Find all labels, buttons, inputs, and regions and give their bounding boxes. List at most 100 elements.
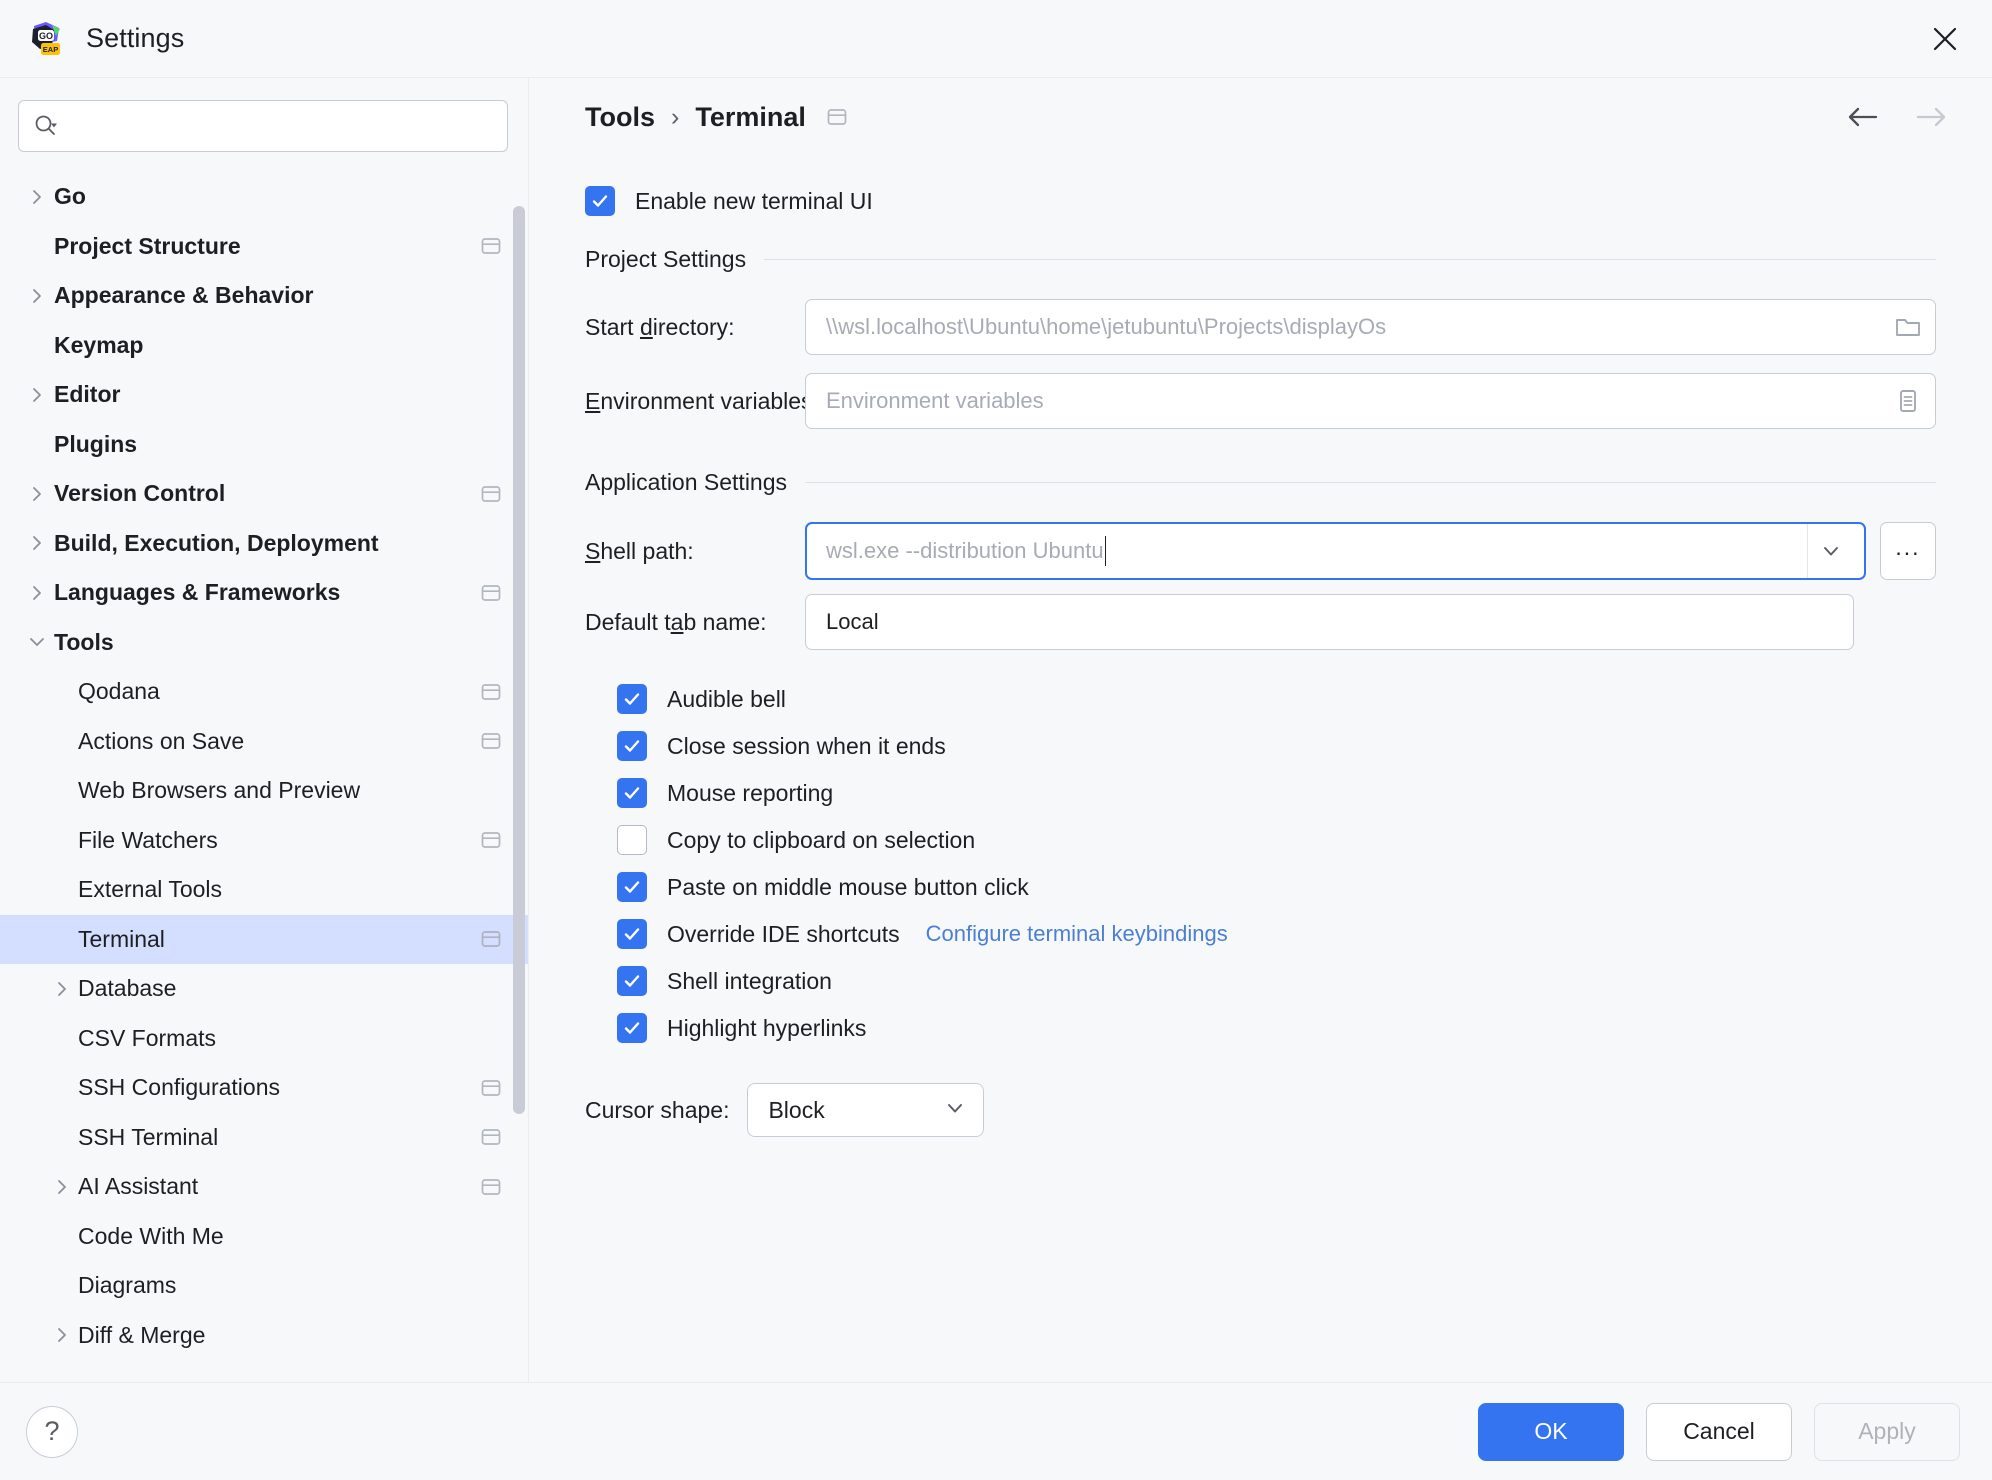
project-scope-icon [480, 730, 502, 752]
close-session-when-it-ends-checkbox[interactable] [617, 731, 647, 761]
cancel-button[interactable]: Cancel [1646, 1402, 1792, 1461]
sidebar-item-editor[interactable]: Editor [0, 370, 528, 420]
breadcrumb-current: Terminal [695, 101, 806, 132]
sidebar-item-label: Plugins [54, 430, 138, 457]
close-icon[interactable] [1918, 12, 1972, 66]
audible-bell-checkbox-row[interactable]: Audible bell [585, 684, 1936, 714]
section-divider [764, 259, 1936, 260]
chevron-right-icon[interactable] [20, 583, 54, 603]
chevron-right-icon[interactable] [46, 1325, 78, 1345]
start-directory-row: Start directory: [585, 299, 1936, 355]
help-icon[interactable]: ? [26, 1405, 78, 1458]
sidebar-item-diff-merge[interactable]: Diff & Merge [0, 1311, 528, 1361]
sidebar-item-ai-assistant[interactable]: AI Assistant [0, 1162, 528, 1212]
copy-to-clipboard-on-selection-checkbox-row[interactable]: Copy to clipboard on selection [585, 825, 1936, 855]
sidebar-item-tools[interactable]: Tools [0, 618, 528, 668]
list-icon[interactable] [1893, 386, 1923, 416]
svg-text:GO: GO [39, 31, 53, 41]
sidebar-item-plugins[interactable]: Plugins [0, 420, 528, 470]
search-icon [33, 113, 59, 139]
mouse-reporting-checkbox-row[interactable]: Mouse reporting [585, 778, 1936, 808]
sidebar-scrollbar[interactable] [513, 182, 525, 1378]
highlight-hyperlinks-checkbox[interactable] [617, 1013, 647, 1043]
settings-tree[interactable]: Go Project Structure Appearance & Behavior… [0, 168, 528, 1382]
arrow-left-icon[interactable] [1842, 97, 1882, 137]
sidebar-item-go[interactable]: Go [0, 172, 528, 222]
ok-button[interactable]: OK [1478, 1402, 1624, 1461]
enable-new-terminal-ui-label: Enable new terminal UI [635, 187, 873, 214]
sidebar-item-label: Terminal [78, 925, 165, 952]
search-input[interactable] [67, 113, 493, 139]
paste-on-middle-mouse-button-click-checkbox[interactable] [617, 872, 647, 902]
copy-to-clipboard-on-selection-checkbox[interactable] [617, 825, 647, 855]
shell-path-label: Shell path: [585, 537, 694, 564]
sidebar-item-project-structure[interactable]: Project Structure [0, 222, 528, 272]
sidebar-item-languages-frameworks[interactable]: Languages & Frameworks [0, 568, 528, 618]
dialog-buttons: OK Cancel Apply [1478, 1402, 1960, 1461]
sidebar-item-external-tools[interactable]: External Tools [0, 865, 528, 915]
sidebar-item-label: Diagrams [78, 1272, 177, 1299]
chevron-right-icon[interactable] [20, 533, 54, 553]
section-divider-2 [805, 482, 1936, 483]
sidebar-item-ssh-configurations[interactable]: SSH Configurations [0, 1063, 528, 1113]
dialog-body: Go Project Structure Appearance & Behavior… [0, 78, 1992, 1382]
sidebar-item-version-control[interactable]: Version Control [0, 469, 528, 519]
sidebar-item-terminal[interactable]: Terminal [0, 914, 528, 964]
enable-new-terminal-ui-checkbox-row[interactable]: Enable new terminal UI [585, 186, 1936, 216]
sidebar-item-label: Appearance & Behavior [54, 282, 314, 309]
highlight-hyperlinks-checkbox-row[interactable]: Highlight hyperlinks [585, 1013, 1936, 1043]
start-directory-field[interactable] [805, 299, 1936, 355]
sidebar-item-keymap[interactable]: Keymap [0, 321, 528, 371]
sidebar-item-actions-on-save[interactable]: Actions on Save [0, 717, 528, 767]
paste-on-middle-mouse-button-click-checkbox-row[interactable]: Paste on middle mouse button click [585, 872, 1936, 902]
shell-path-field[interactable] [805, 522, 1866, 580]
cursor-shape-select[interactable]: Block [747, 1083, 985, 1137]
environment-variables-field[interactable] [805, 373, 1936, 429]
chevron-right-icon[interactable] [46, 1177, 78, 1197]
sidebar-item-diagrams[interactable]: Diagrams [0, 1261, 528, 1311]
configure-terminal-keybindings-link[interactable]: Configure terminal keybindings [926, 921, 1228, 947]
default-tab-name-field[interactable] [805, 594, 1854, 650]
sidebar-item-database[interactable]: Database [0, 964, 528, 1014]
close-session-when-it-ends-label: Close session when it ends [667, 732, 946, 759]
sidebar-scrollbar-thumb[interactable] [513, 206, 525, 1114]
sidebar-item-qodana[interactable]: Qodana [0, 667, 528, 717]
override-ide-shortcuts-checkbox-row[interactable]: Override IDE shortcuts Configure terminal… [585, 919, 1936, 949]
mouse-reporting-checkbox[interactable] [617, 778, 647, 808]
shell-integration-checkbox[interactable] [617, 966, 647, 996]
close-session-when-it-ends-checkbox-row[interactable]: Close session when it ends [585, 731, 1936, 761]
shell-integration-checkbox-row[interactable]: Shell integration [585, 966, 1936, 996]
shell-path-browse-button[interactable]: ... [1880, 522, 1936, 580]
sidebar-item-ssh-terminal[interactable]: SSH Terminal [0, 1113, 528, 1163]
default-tab-name-input[interactable] [824, 608, 1841, 636]
nav-arrows [1842, 97, 1952, 137]
search-box[interactable] [18, 100, 508, 152]
sidebar-item-appearance-behavior[interactable]: Appearance & Behavior [0, 271, 528, 321]
chevron-right-icon[interactable] [46, 979, 78, 999]
chevron-right-icon[interactable] [20, 484, 54, 504]
chevron-right-icon[interactable] [20, 286, 54, 306]
sidebar-item-code-with-me[interactable]: Code With Me [0, 1212, 528, 1262]
environment-variables-input[interactable] [824, 387, 1883, 415]
sidebar-item-label: Project Structure [54, 232, 241, 259]
dialog-footer: ? OK Cancel Apply [0, 1382, 1992, 1480]
sidebar-item-label: Qodana [78, 678, 160, 705]
sidebar-item-csv-formats[interactable]: CSV Formats [0, 1014, 528, 1064]
chevron-down-icon[interactable] [1807, 524, 1853, 578]
enable-new-terminal-ui-checkbox[interactable] [585, 186, 615, 216]
sidebar-item-file-watchers[interactable]: File Watchers [0, 816, 528, 866]
highlight-hyperlinks-label: Highlight hyperlinks [667, 1014, 867, 1041]
chevron-down-icon[interactable] [20, 632, 54, 652]
chevron-right-icon[interactable] [20, 187, 54, 207]
chevron-right-icon[interactable] [20, 385, 54, 405]
audible-bell-checkbox[interactable] [617, 684, 647, 714]
override-ide-shortcuts-checkbox[interactable] [617, 919, 647, 949]
sidebar-item-web-browsers-and-preview[interactable]: Web Browsers and Preview [0, 766, 528, 816]
start-directory-input[interactable] [824, 313, 1883, 341]
breadcrumb-root[interactable]: Tools [585, 102, 655, 133]
default-tab-name-label: Default tab name: [585, 608, 767, 635]
folder-icon[interactable] [1893, 312, 1923, 342]
shell-path-input[interactable] [824, 537, 1807, 565]
sidebar-item-build-execution-deployment[interactable]: Build, Execution, Deployment [0, 519, 528, 569]
terminal-settings-content: Enable new terminal UI Project Settings … [529, 156, 1992, 1382]
